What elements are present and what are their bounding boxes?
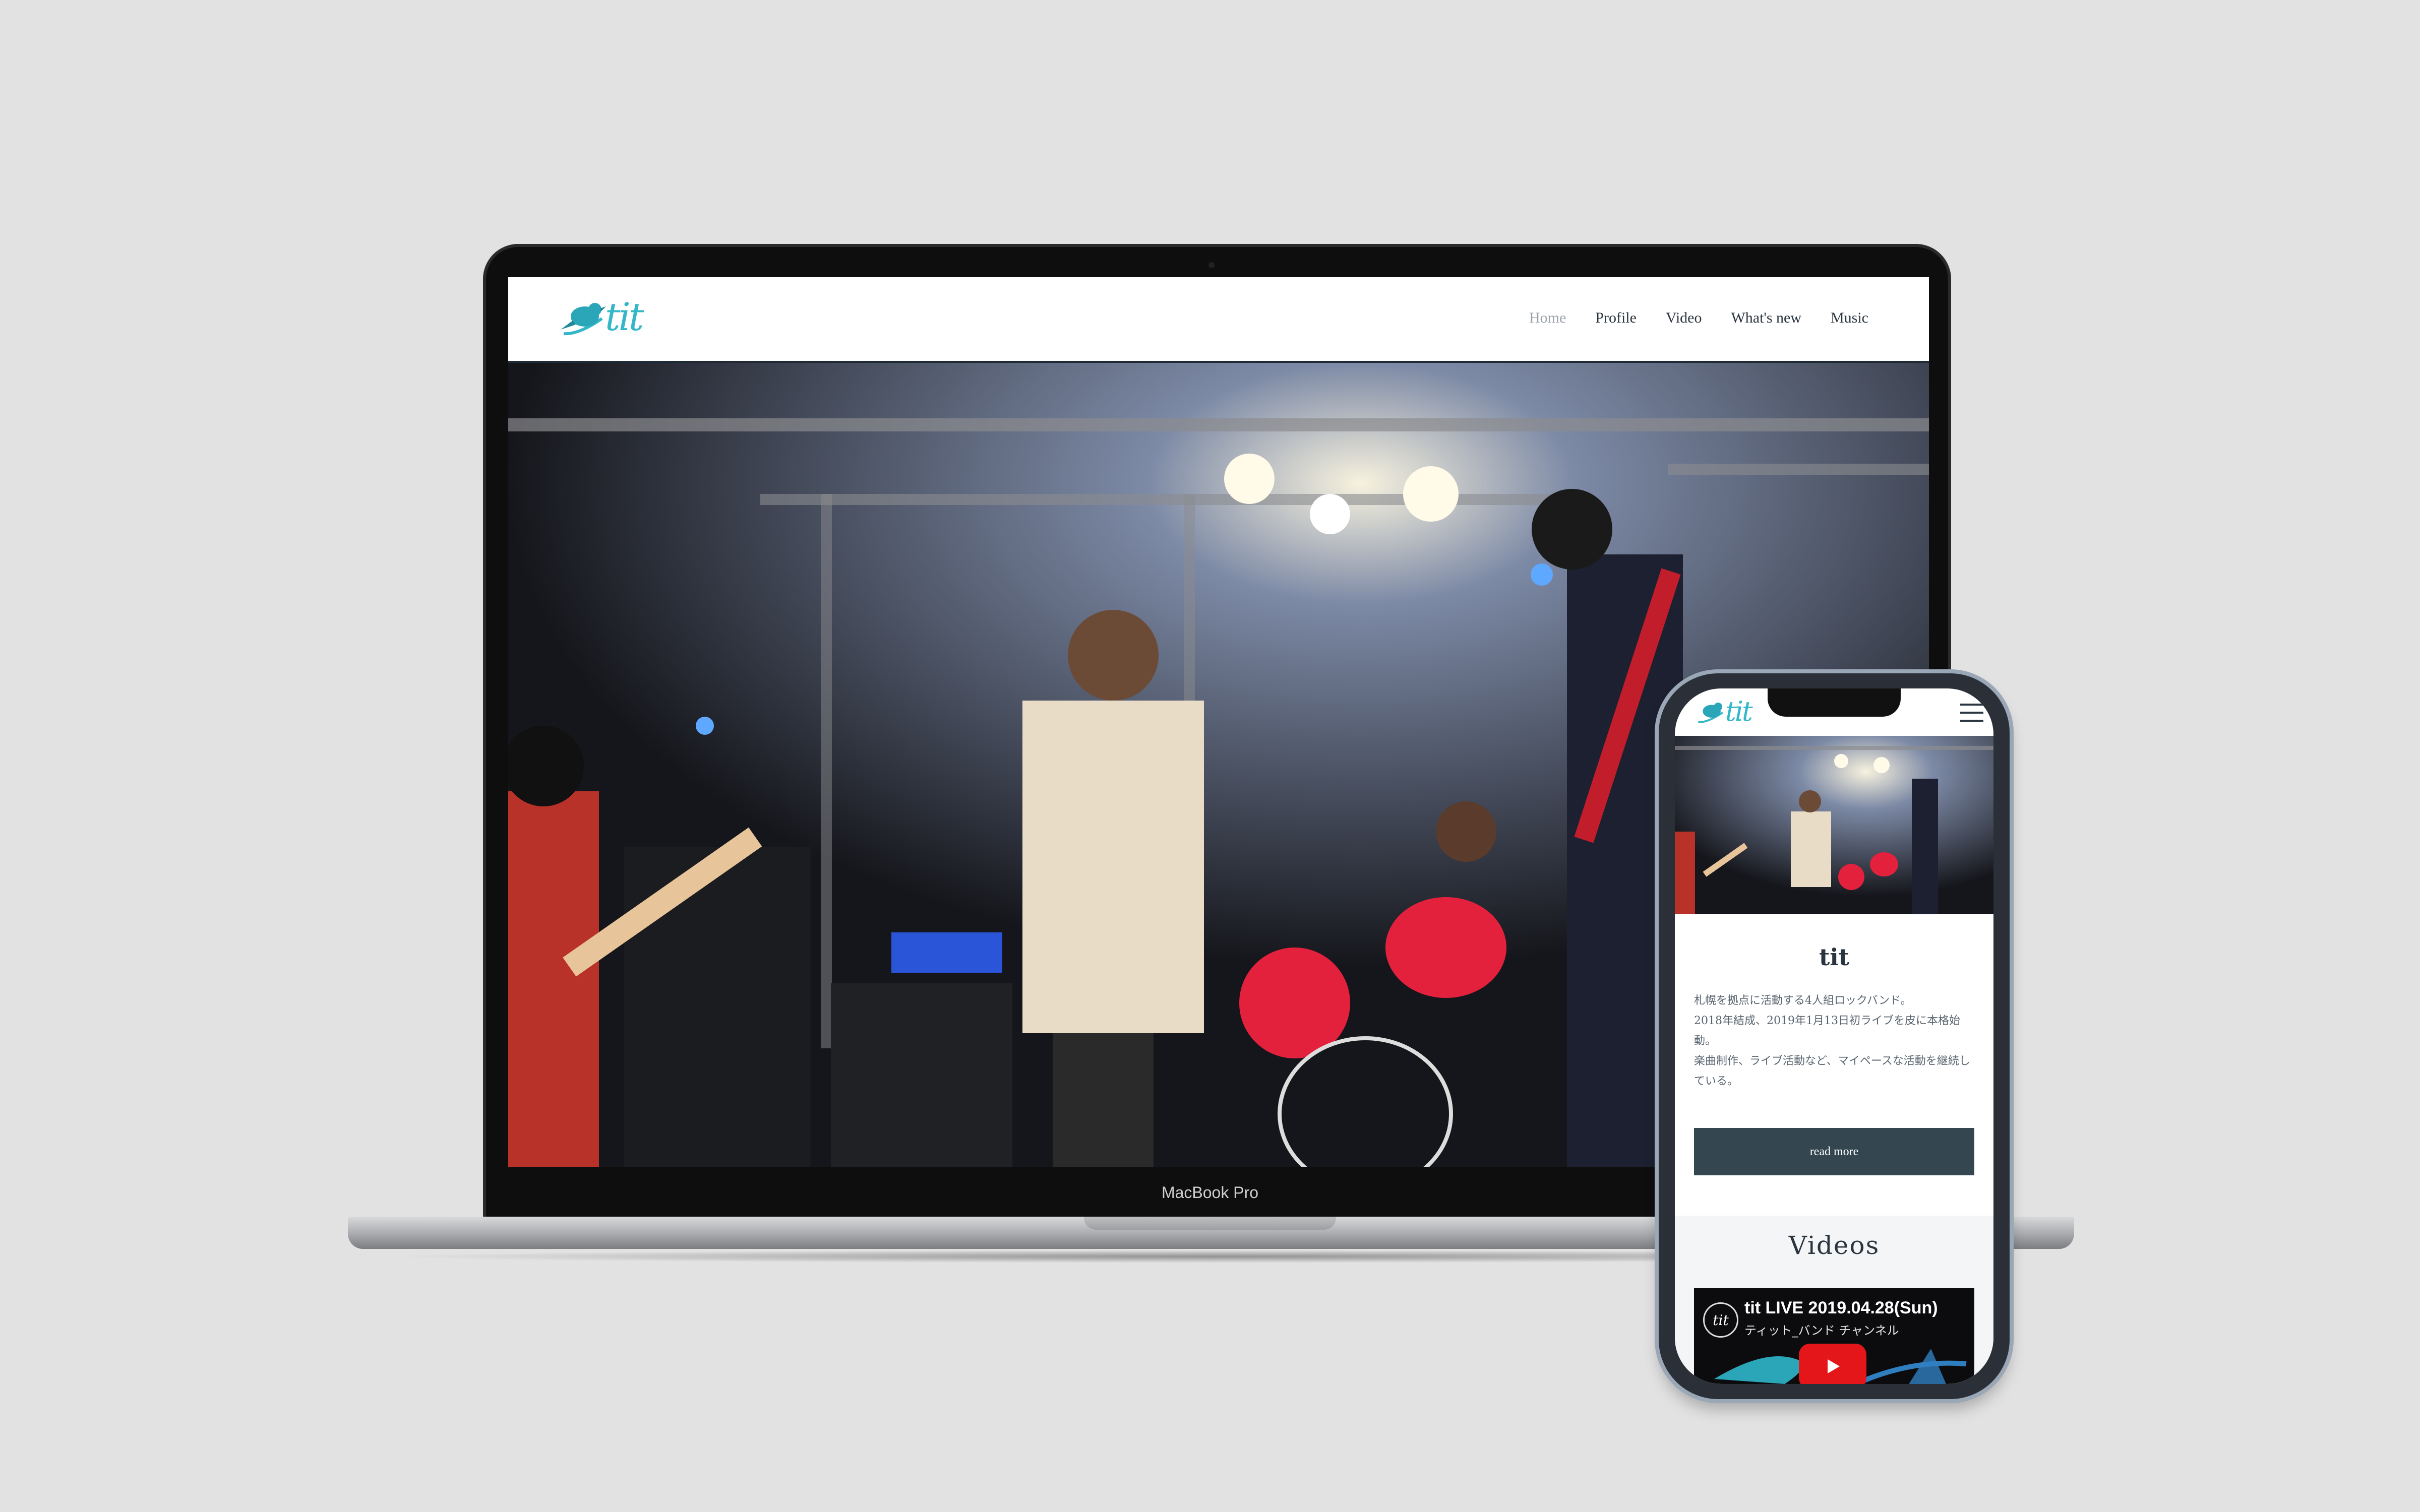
phone-screen: tit tit 札幌を拠点に活動する4人組ロックバンド。 2018年結成、201…	[1675, 688, 1993, 1384]
videos-heading: Videos	[1788, 1231, 1880, 1260]
nav-whats-new[interactable]: What's new	[1731, 309, 1801, 327]
nav-home[interactable]: Home	[1529, 309, 1566, 327]
nav-profile[interactable]: Profile	[1595, 309, 1637, 327]
main-nav: Home Profile Video What's new Music	[1529, 309, 1868, 327]
description-line-1: 札幌を拠点に活動する4人組ロックバンド。	[1694, 994, 1912, 1007]
video-thumbnail[interactable]: tit tit LIVE 2019.04.28(Sun) ティット_バンド チャ…	[1694, 1288, 1974, 1384]
video-channel-name: ティット_バンド チャンネル	[1744, 1324, 1899, 1338]
phone-notch	[1768, 688, 1901, 717]
logo-text: tit	[605, 294, 644, 339]
play-button-icon[interactable]	[1799, 1344, 1866, 1384]
site-logo[interactable]: tit	[559, 294, 675, 345]
site-header: tit Home Profile Video What's new Music	[508, 277, 1929, 363]
stage-photo	[1675, 736, 1993, 914]
nav-video[interactable]: Video	[1666, 309, 1702, 327]
mobile-logo-text: tit	[1725, 696, 1753, 727]
mobile-hero-image	[1675, 736, 1993, 914]
channel-avatar[interactable]: tit	[1703, 1302, 1738, 1338]
band-name-heading: tit	[1819, 943, 1849, 971]
laptop-notch	[1084, 1217, 1336, 1230]
description-line-2: 2018年結成、2019年1月13日初ライブを皮に本格始動。	[1694, 1015, 1960, 1047]
laptop-model-label: MacBook Pro	[1161, 1183, 1259, 1202]
description-line-3: 楽曲制作、ライブ活動など、マイペースな活動を継続している。	[1694, 1055, 1970, 1088]
video-title[interactable]: tit LIVE 2019.04.28(Sun)	[1744, 1298, 1938, 1318]
band-description: 札幌を拠点に活動する4人組ロックバンド。 2018年結成、2019年1月13日初…	[1694, 991, 1976, 1092]
nav-music[interactable]: Music	[1831, 309, 1868, 327]
camera-dot	[1208, 262, 1215, 268]
read-more-button[interactable]: read more	[1694, 1128, 1974, 1175]
hamburger-menu-icon[interactable]	[1960, 704, 1983, 725]
